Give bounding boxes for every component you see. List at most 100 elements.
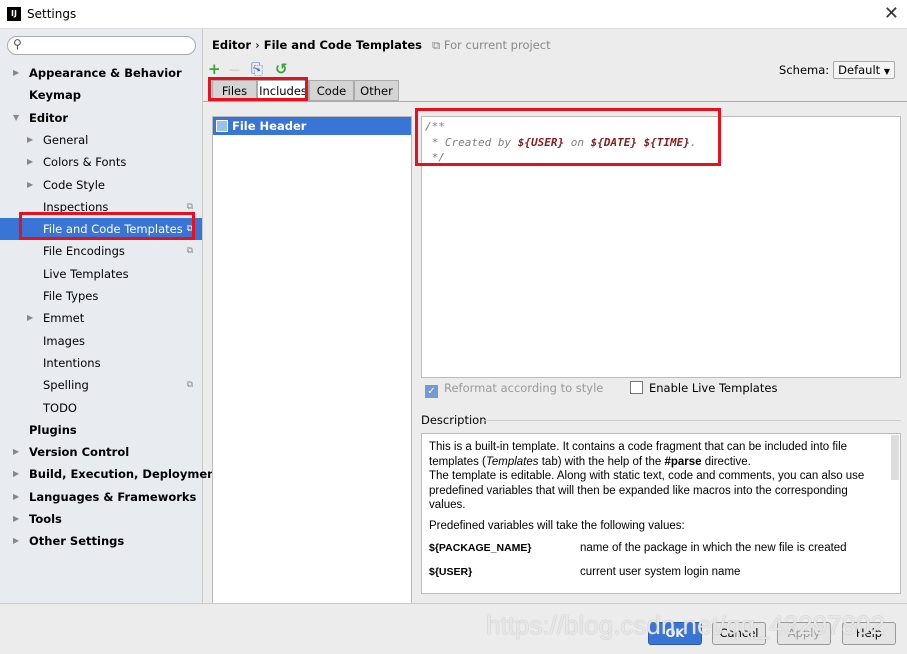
- chevron-right-icon[interactable]: ▶: [13, 62, 19, 84]
- sidebar-item-label: Tools: [29, 512, 62, 526]
- sidebar-item-todo[interactable]: TODO: [0, 397, 202, 419]
- schema-label: Schema:: [779, 63, 830, 77]
- sidebar-item-colors-fonts[interactable]: ▶ Colors & Fonts: [0, 151, 202, 173]
- apply-button[interactable]: Apply: [777, 622, 831, 645]
- settings-sidebar: ⚲ ▶ Appearance & Behavior Keymap ▼ Editor ▶ Ge…: [0, 29, 221, 603]
- template-list: File Header: [212, 116, 412, 624]
- sidebar-item-inspections[interactable]: Inspections ⧉: [0, 196, 202, 218]
- schema-dropdown[interactable]: Default ▼: [833, 61, 895, 79]
- sidebar-item-label: Intentions: [43, 355, 101, 370]
- close-icon[interactable]: ✕: [884, 3, 899, 24]
- title-bar: IJ Settings ✕: [0, 0, 907, 29]
- chevron-right-icon[interactable]: ▶: [27, 307, 33, 329]
- sidebar-item-label: Version Control: [29, 445, 130, 460]
- reset-icon[interactable]: ↺: [275, 60, 288, 78]
- chevron-right-icon[interactable]: ▶: [13, 530, 19, 552]
- tab-code[interactable]: Code: [309, 80, 354, 101]
- sidebar-item-editor[interactable]: ▼ Editor: [0, 107, 202, 129]
- checkbox-icon: [630, 381, 643, 394]
- sidebar-item-label: Other Settings: [29, 534, 125, 549]
- sidebar-item-label: Keymap: [29, 88, 81, 103]
- sidebar-item-label: Appearance & Behavior: [29, 66, 182, 80]
- sidebar-item-keymap[interactable]: Keymap: [0, 84, 202, 106]
- sidebar-item-label: Plugins: [29, 422, 77, 437]
- description-panel: This is a built-in template. It contains…: [421, 433, 901, 594]
- sidebar-item-code-style[interactable]: ▶ Code Style: [0, 174, 202, 196]
- app-logo-icon: IJ: [7, 7, 21, 21]
- sidebar-item-tools[interactable]: ▶ Tools: [0, 508, 202, 530]
- sidebar-item-build-execution-deployment[interactable]: ▶ Build, Execution, Deployment: [0, 463, 221, 485]
- sidebar-item-live-templates[interactable]: Live Templates: [0, 263, 202, 285]
- breadcrumb-current: File and Code Templates: [263, 38, 423, 52]
- description-text: This is a built-in template. It contains…: [429, 441, 848, 468]
- chevron-down-icon: ▼: [883, 67, 890, 76]
- scrollbar[interactable]: [891, 435, 899, 480]
- chevron-right-icon[interactable]: ▶: [27, 151, 33, 173]
- sidebar-item-intentions[interactable]: Intentions: [0, 352, 202, 374]
- sidebar-item-file-and-code-templates[interactable]: File and Code Templates ⧉: [0, 218, 202, 241]
- checkbox-checked-icon: ✓: [425, 385, 438, 398]
- code-line: * Created by ${USER} on ${DATE} ${TIME}.: [425, 135, 697, 149]
- ok-button[interactable]: OK: [648, 622, 702, 645]
- search-input[interactable]: ⚲: [7, 36, 196, 55]
- chevron-right-icon[interactable]: ▶: [13, 441, 19, 463]
- sidebar-item-plugins[interactable]: Plugins: [0, 419, 202, 441]
- tab-includes[interactable]: Includes: [257, 80, 309, 101]
- help-button[interactable]: Help: [842, 622, 896, 645]
- sidebar-item-other-settings[interactable]: ▶ Other Settings: [0, 530, 202, 552]
- file-template-icon: [216, 120, 228, 132]
- sidebar-item-appearance-behavior[interactable]: ▶ Appearance & Behavior: [0, 62, 202, 84]
- tab-other[interactable]: Other: [354, 80, 399, 101]
- sidebar-item-label: Colors & Fonts: [43, 155, 127, 170]
- sidebar-item-label: Emmet: [43, 311, 85, 326]
- template-editor[interactable]: /** * Created by ${USER} on ${DATE} ${TI…: [421, 116, 901, 378]
- project-scope-icon: ⧉: [186, 201, 193, 212]
- copy-icon[interactable]: ⎘: [251, 60, 263, 78]
- sidebar-item-general[interactable]: ▶ General: [0, 129, 202, 151]
- sidebar-item-languages-frameworks[interactable]: ▶ Languages & Frameworks: [0, 486, 202, 508]
- cancel-button[interactable]: Cancel: [712, 622, 766, 645]
- sidebar-item-emmet[interactable]: ▶ Emmet: [0, 307, 202, 329]
- project-scope-icon: ⧉: [186, 224, 193, 235]
- window-title: Settings: [27, 7, 77, 21]
- variable-row: ${USER} current user system login name: [429, 565, 741, 578]
- sidebar-item-label: TODO: [43, 400, 77, 415]
- description-label: Description: [421, 413, 487, 427]
- project-scope-icon: ⧉: [186, 246, 193, 257]
- sidebar-item-spelling[interactable]: Spelling ⧉: [0, 374, 202, 396]
- remove-icon[interactable]: —: [229, 63, 240, 76]
- sidebar-item-images[interactable]: Images: [0, 330, 202, 352]
- sidebar-item-label: Inspections: [43, 199, 109, 214]
- dialog-footer: OK Cancel Apply Help: [0, 603, 907, 654]
- reformat-checkbox[interactable]: ✓ Reformat according to style: [425, 381, 603, 398]
- sidebar-item-label: Live Templates: [43, 266, 129, 281]
- breadcrumb-parent: Editor: [212, 38, 252, 52]
- description-text: The template is editable. Along with sta…: [429, 470, 865, 511]
- description-divider: [483, 420, 901, 421]
- sidebar-item-file-encodings[interactable]: File Encodings ⧉: [0, 240, 202, 262]
- chevron-right-icon[interactable]: ▶: [13, 508, 19, 530]
- sidebar-item-label: Images: [43, 333, 86, 348]
- scope-label: ⧉ For current project: [432, 38, 551, 52]
- add-icon[interactable]: +: [208, 60, 221, 78]
- tab-divider: [203, 101, 907, 102]
- chevron-right-icon[interactable]: ▶: [27, 174, 33, 196]
- description-text: Predefined variables will take the follo…: [429, 519, 685, 532]
- sidebar-item-label: Editor: [29, 110, 69, 125]
- chevron-right-icon[interactable]: ▶: [27, 129, 33, 151]
- search-icon: ⚲: [13, 37, 22, 51]
- project-scope-icon: ⧉: [186, 380, 193, 391]
- chevron-down-icon[interactable]: ▼: [13, 107, 19, 129]
- sidebar-item-file-types[interactable]: File Types: [0, 285, 202, 307]
- sidebar-item-version-control[interactable]: ▶ Version Control: [0, 441, 202, 463]
- sidebar-item-label: General: [43, 132, 89, 147]
- sidebar-item-label: Build, Execution, Deployment: [29, 467, 221, 482]
- live-templates-checkbox[interactable]: Enable Live Templates: [630, 381, 777, 395]
- breadcrumb-separator: ›: [255, 38, 260, 52]
- chevron-right-icon[interactable]: ▶: [13, 463, 19, 485]
- main-panel: Editor › File and Code Templates ⧉ For c…: [203, 29, 907, 624]
- tab-files[interactable]: Files: [212, 80, 257, 101]
- list-item[interactable]: File Header: [213, 117, 411, 135]
- sidebar-item-label: File Types: [43, 289, 99, 303]
- chevron-right-icon[interactable]: ▶: [13, 486, 19, 508]
